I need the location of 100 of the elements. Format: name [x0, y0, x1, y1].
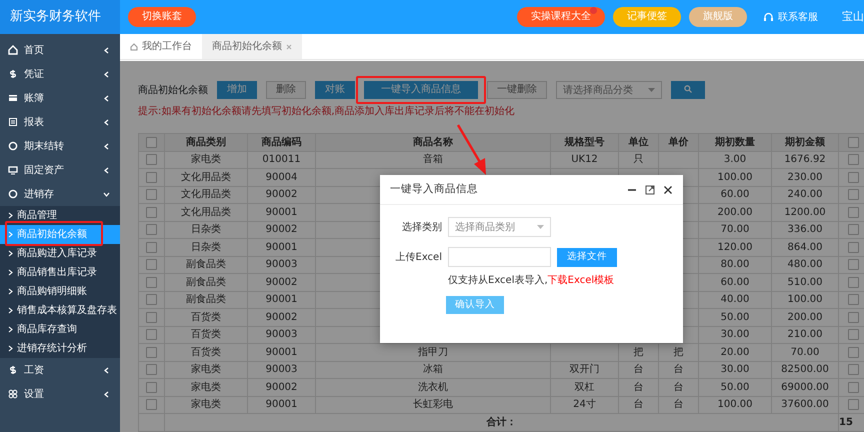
row-checkbox[interactable]: [146, 276, 157, 288]
sidebar-subitem[interactable]: 进销存统计分析: [0, 339, 120, 358]
sidebar-subitem[interactable]: 商品库存查询: [0, 320, 120, 339]
row-checkbox[interactable]: [146, 346, 157, 358]
row-checkbox[interactable]: [146, 382, 157, 393]
table-cell: 50.00: [698, 308, 772, 326]
category-select[interactable]: 请选择商品分类: [556, 81, 662, 99]
row-action-icon[interactable]: [848, 206, 859, 218]
template-download-link[interactable]: 下载Excel模板: [548, 275, 614, 286]
row-checkbox[interactable]: [146, 224, 157, 236]
row-checkbox[interactable]: [146, 206, 157, 218]
row-action-icon[interactable]: [848, 242, 859, 253]
sidebar-item[interactable]: 固定资产: [0, 158, 120, 182]
toolbar-button[interactable]: 删除: [266, 81, 306, 99]
row-checkbox[interactable]: [146, 294, 157, 306]
chevron-left-icon: [103, 46, 110, 54]
maximize-icon[interactable]: [645, 184, 655, 194]
row-checkbox[interactable]: [146, 399, 157, 410]
sidebar-item[interactable]: 报表: [0, 110, 120, 134]
row-action-icon[interactable]: [848, 154, 859, 166]
table-cell: 40.00: [698, 291, 772, 308]
sidebar-subitem[interactable]: 商品初始化余额: [0, 225, 120, 244]
table-cell: 日杂类: [164, 238, 248, 256]
monitor-icon: [8, 165, 18, 175]
field-label: 选择类别: [401, 220, 442, 234]
table-cell: 家电类: [164, 361, 248, 378]
sidebar-item[interactable]: 进销存: [0, 182, 120, 206]
table-cell: 200.00: [772, 308, 838, 326]
row-action-icon[interactable]: [848, 136, 859, 148]
sidebar-subitem[interactable]: 销售成本核算及盘存表: [0, 301, 120, 320]
sidebar-item[interactable]: 凭证: [0, 62, 120, 86]
row-action-icon[interactable]: [848, 224, 859, 236]
row-action-icon[interactable]: [848, 294, 859, 306]
sidebar-subitem[interactable]: 商品购进入库记录: [0, 244, 120, 263]
table-cell: 100.00: [772, 291, 838, 308]
table-cell: 70.00: [772, 344, 838, 361]
sidebar-subitem[interactable]: 商品销售出库记录: [0, 263, 120, 282]
table-cell: 只: [618, 151, 658, 168]
sidebar-subitem[interactable]: 商品购销明细账: [0, 282, 120, 301]
column-header: 商品类别: [164, 134, 248, 151]
table-cell: 长虹彩电: [316, 396, 550, 414]
sidebar-item[interactable]: 设置: [0, 382, 120, 406]
dollar-icon: [8, 69, 18, 79]
sidebar-item[interactable]: 期末结转: [0, 134, 120, 158]
close-icon[interactable]: [663, 184, 673, 194]
row-action-icon[interactable]: [848, 276, 859, 288]
row-action-icon[interactable]: [848, 329, 859, 340]
table-cell: 双杠: [550, 378, 618, 396]
table-cell: 90001: [248, 396, 316, 414]
sidebar-subitem[interactable]: 商品管理: [0, 206, 120, 225]
row-checkbox[interactable]: [146, 172, 157, 183]
table-cell: 100.00: [698, 168, 772, 186]
row-checkbox[interactable]: [146, 189, 157, 200]
contact-support-link[interactable]: 联系客服: [763, 10, 818, 24]
file-input-field[interactable]: [448, 247, 551, 267]
table-cell: 90004: [248, 168, 316, 186]
row-checkbox[interactable]: [146, 242, 157, 253]
row-checkbox[interactable]: [146, 329, 157, 340]
row-action-icon[interactable]: [848, 382, 859, 393]
table-cell: 37600.00: [772, 396, 838, 414]
row-action-icon[interactable]: [848, 399, 859, 410]
table-cell: 336.00: [772, 221, 838, 238]
table-cell: 洗衣机: [316, 378, 550, 396]
table-cell: 200.00: [698, 204, 772, 221]
toolbar-button[interactable]: 增加: [217, 81, 257, 99]
column-header: 单价: [658, 134, 698, 151]
choose-file-button[interactable]: 选择文件: [557, 248, 617, 266]
toolbar-button[interactable]: 一键删除: [487, 81, 547, 99]
tab[interactable]: 我的工作台: [120, 34, 202, 59]
table-cell: 90001: [248, 204, 316, 221]
row-action-icon[interactable]: [848, 346, 859, 358]
field-label: 上传Excel: [394, 250, 442, 264]
search-button[interactable]: [671, 81, 705, 99]
chevron-left-icon: [103, 166, 110, 174]
row-checkbox[interactable]: [146, 259, 157, 270]
sidebar-item[interactable]: 首页: [0, 38, 120, 62]
select-all-checkbox[interactable]: [146, 136, 157, 148]
row-action-icon[interactable]: [848, 259, 859, 270]
chevron-right-icon: [8, 307, 13, 314]
header-button[interactable]: 实操课程大全: [517, 7, 605, 27]
row-action-icon[interactable]: [848, 364, 859, 376]
row-action-icon[interactable]: [848, 312, 859, 323]
user-name[interactable]: 宝山: [842, 8, 864, 26]
row-checkbox[interactable]: [146, 154, 157, 166]
tab[interactable]: 商品初始化余额: [202, 34, 302, 59]
row-checkbox[interactable]: [146, 312, 157, 323]
row-checkbox[interactable]: [146, 364, 157, 376]
switch-account-button[interactable]: 切换账套: [128, 7, 196, 27]
chevron-left-icon: [103, 94, 110, 102]
table-cell: 百货类: [164, 308, 248, 326]
app-title: 新实务财务软件: [10, 8, 101, 26]
row-action-icon[interactable]: [848, 189, 859, 200]
sidebar-item[interactable]: 工资: [0, 358, 120, 382]
home-icon: [130, 42, 138, 50]
category-dropdown[interactable]: 选择商品类别: [448, 217, 551, 237]
table-cell: 台: [658, 396, 698, 414]
table-cell: 台: [618, 396, 658, 414]
row-action-icon[interactable]: [848, 172, 859, 183]
sidebar-item[interactable]: 账簿: [0, 86, 120, 110]
table-cell: 010011: [248, 151, 316, 168]
